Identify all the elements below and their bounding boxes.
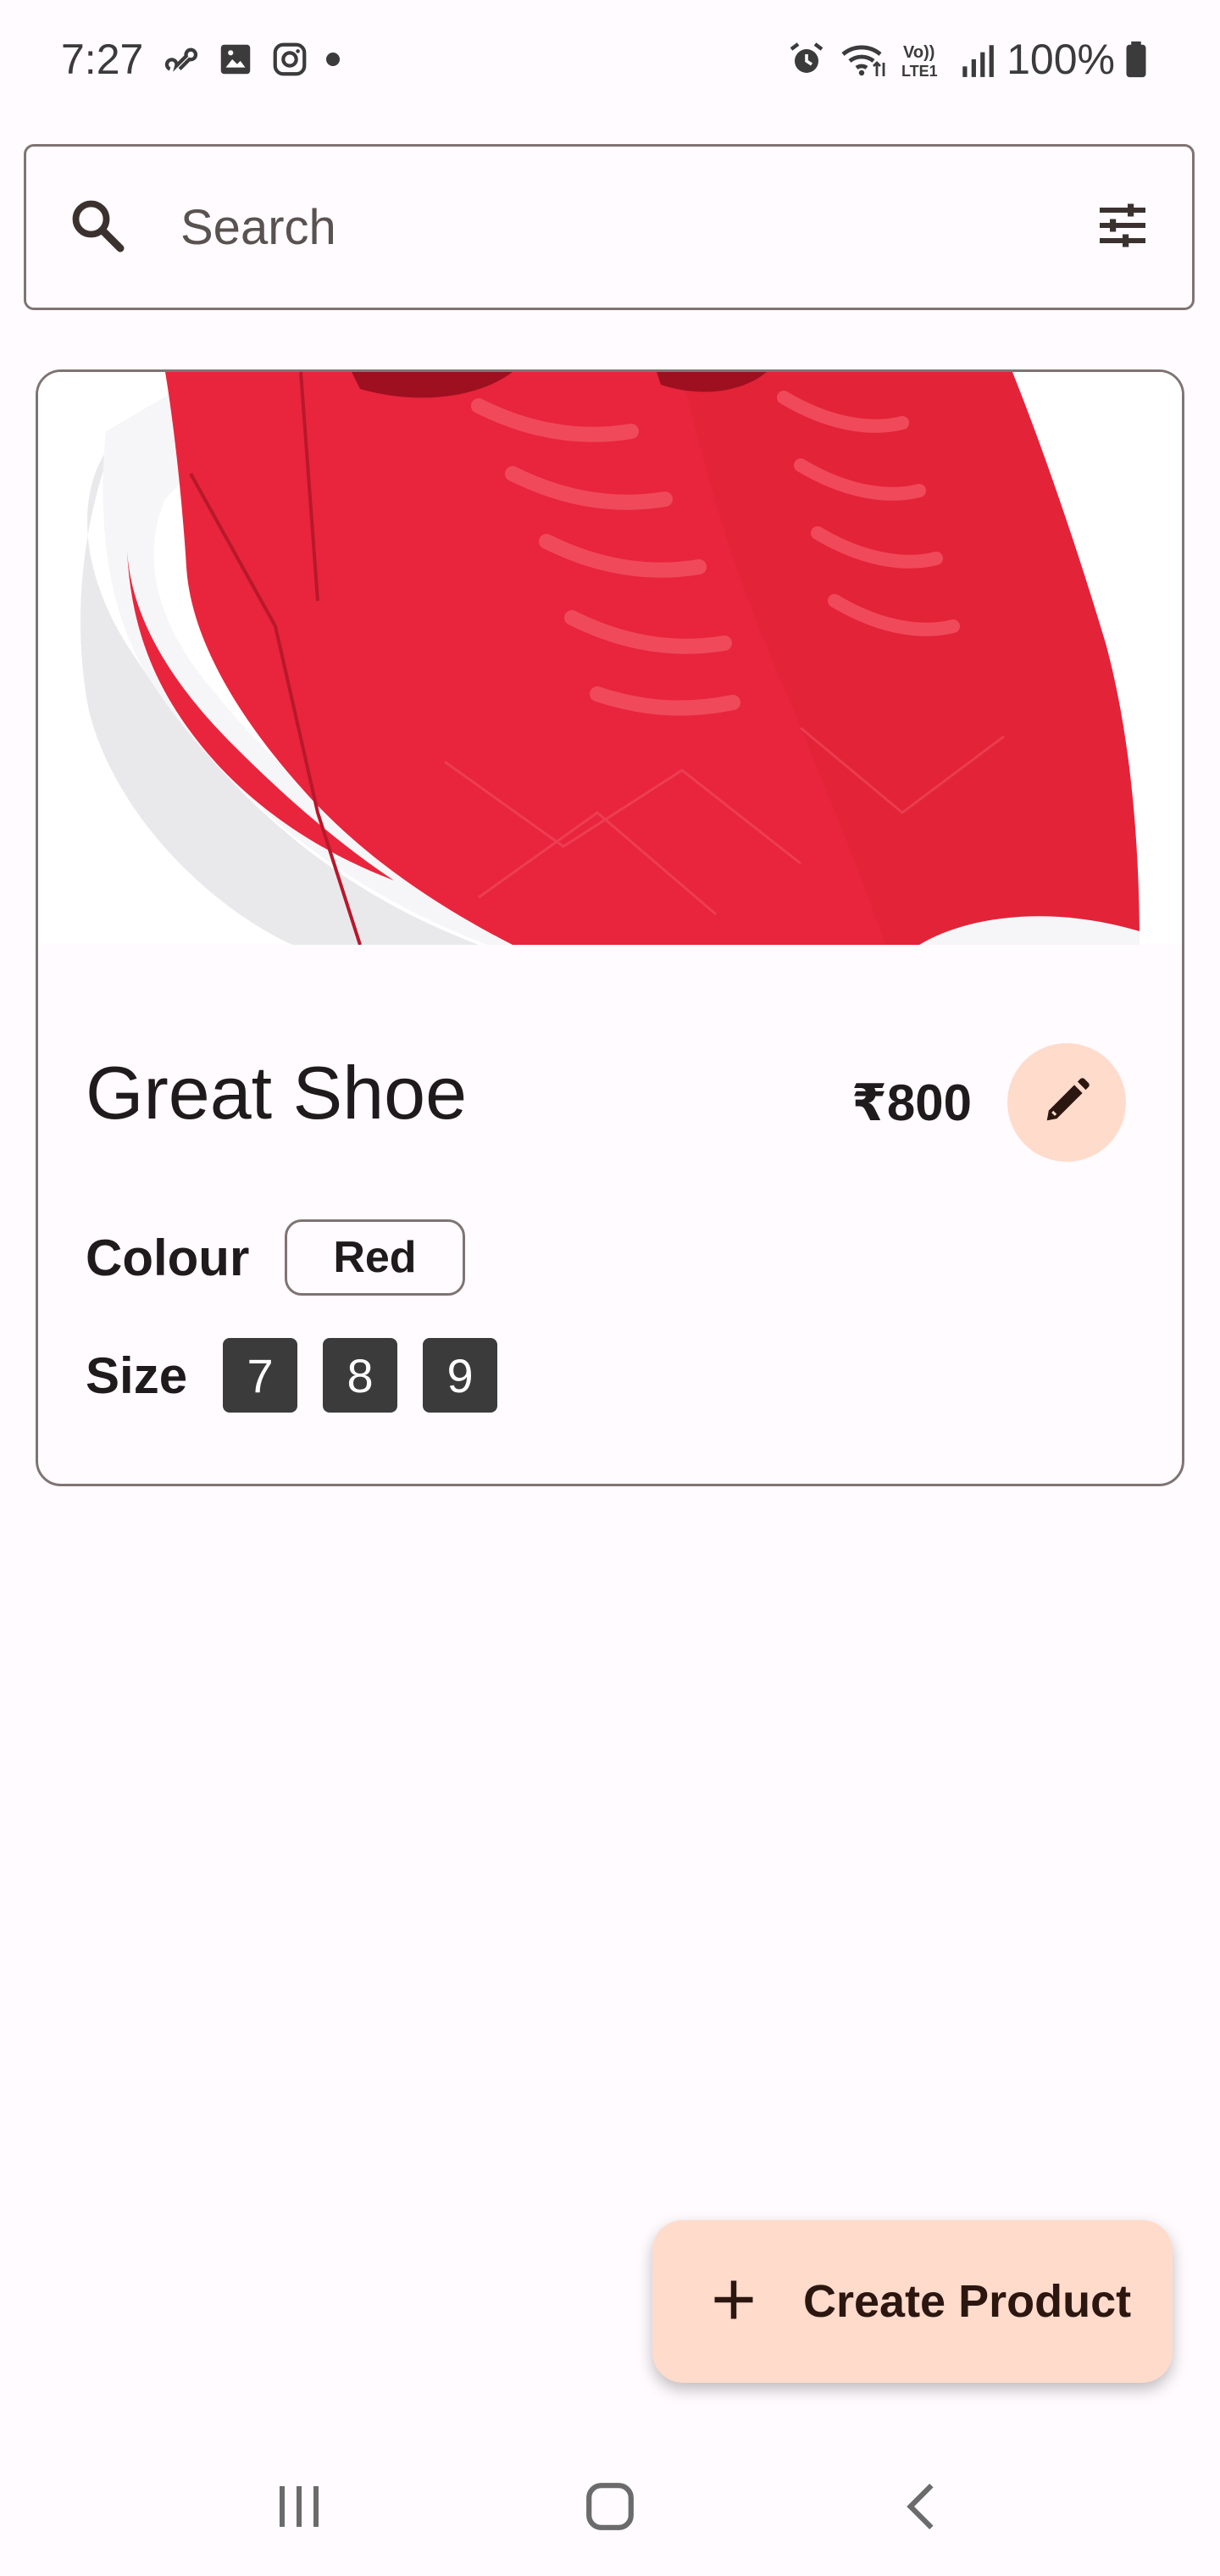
pencil-icon (1040, 1074, 1093, 1131)
colour-chip: Red (285, 1219, 465, 1296)
back-button[interactable] (853, 2457, 989, 2559)
size-row: Size 7 8 9 (86, 1338, 523, 1413)
size-label: Size (86, 1346, 188, 1404)
search-input[interactable] (179, 197, 1092, 257)
battery-icon (1123, 40, 1149, 79)
recent-apps-icon (274, 2483, 324, 2534)
status-bar: 7:27 Vo)) LTE1 100% (0, 0, 1220, 119)
create-product-button[interactable]: Create Product (652, 2220, 1173, 2383)
size-chip: 7 (223, 1338, 298, 1413)
size-chip: 9 (423, 1338, 498, 1413)
colour-row: Colour Red (86, 1219, 465, 1296)
svg-text:Vo)): Vo)) (903, 43, 934, 62)
colour-label: Colour (86, 1229, 250, 1286)
svg-text:LTE1: LTE1 (901, 63, 938, 80)
product-image (38, 372, 1182, 945)
instagram-icon (270, 40, 309, 79)
home-button[interactable] (542, 2457, 678, 2559)
create-product-label: Create Product (803, 2276, 1132, 2327)
product-price: ₹800 (851, 1074, 972, 1131)
product-card[interactable]: Great Shoe ₹800 Colour Red Size 7 8 9 (36, 369, 1184, 1486)
home-icon (584, 2480, 636, 2537)
plus-icon (708, 2274, 759, 2329)
dot-icon (324, 51, 341, 68)
edit-product-button[interactable] (1007, 1043, 1126, 1162)
gallery-icon (216, 40, 255, 79)
link-icon (162, 40, 201, 79)
size-chips: 7 8 9 (223, 1338, 523, 1413)
recent-apps-button[interactable] (231, 2457, 367, 2559)
filter-icon[interactable] (1092, 195, 1153, 260)
alarm-icon (786, 39, 827, 80)
signal-icon (959, 40, 995, 79)
product-title: Great Shoe (86, 1051, 468, 1135)
search-bar[interactable] (24, 144, 1195, 310)
search-icon[interactable] (67, 195, 128, 260)
wifi-icon (839, 39, 888, 80)
volte-lte-icon: Vo)) LTE1 (900, 39, 947, 80)
battery-percent: 100% (1006, 36, 1115, 83)
status-time: 7:27 (61, 36, 144, 83)
system-nav-bar (0, 2440, 1220, 2576)
back-icon (901, 2480, 941, 2537)
size-chip: 8 (323, 1338, 398, 1413)
